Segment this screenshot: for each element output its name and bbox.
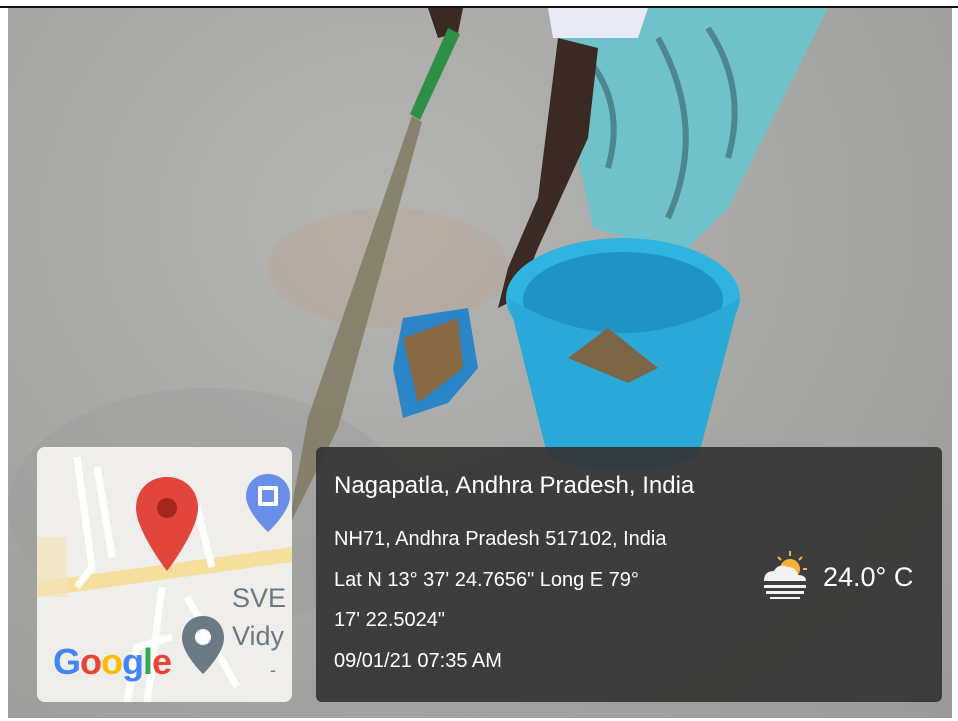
google-letter: o	[80, 641, 102, 682]
partly-cloudy-sun-icon	[764, 551, 807, 599]
map-label-sve: SVE	[232, 583, 287, 613]
map-pin-icon	[136, 477, 198, 571]
temperature: 24.0° C	[823, 562, 914, 592]
map-label-vidy: Vidy	[232, 621, 285, 651]
place-marker-icon	[182, 616, 224, 674]
school-poi-icon	[246, 474, 290, 532]
map-label-dash: -	[270, 660, 276, 680]
coordinates-line-2: 17' 22.5024"	[334, 609, 446, 631]
google-letter: o	[101, 641, 123, 682]
address-line: NH71, Andhra Pradesh 517102, India	[334, 528, 667, 550]
google-letter: e	[152, 641, 172, 682]
google-logo: Google	[53, 641, 172, 682]
location-info-card: Nagapatla, Andhra Pradesh, India NH71, A…	[316, 447, 942, 702]
datetime: 09/01/21 07:35 AM	[334, 650, 502, 672]
coordinates-line-1: Lat N 13° 37' 24.7656" Long E 79°	[334, 569, 639, 591]
place-name: Nagapatla, Andhra Pradesh, India	[334, 472, 695, 499]
map-thumbnail[interactable]: SVE Vidy - Google	[37, 447, 292, 702]
google-letter: l	[143, 641, 153, 682]
google-letter: g	[122, 641, 144, 682]
google-letter: G	[53, 641, 81, 682]
screenshot-frame: SVE Vidy - Google Nagapatla, Andhra Prad…	[0, 0, 958, 721]
